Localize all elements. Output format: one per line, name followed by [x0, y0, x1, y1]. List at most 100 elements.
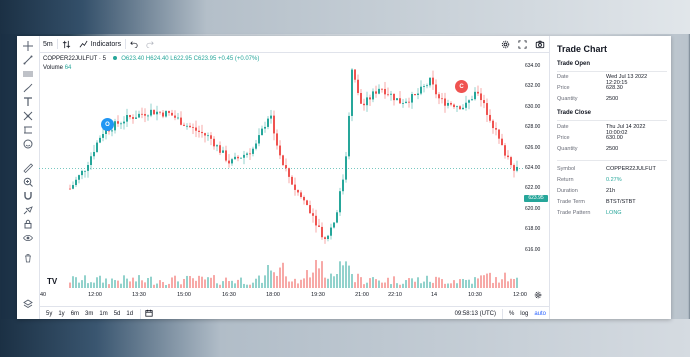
camera-icon[interactable]	[531, 36, 549, 52]
brush-icon[interactable]	[21, 82, 35, 93]
settings-gear-icon[interactable]	[497, 36, 514, 52]
volume-bar	[234, 283, 236, 288]
candle-body	[501, 138, 503, 146]
range-1y[interactable]: 1y	[55, 311, 67, 317]
lock-icon[interactable]	[21, 218, 35, 229]
return-value: 0.27%	[606, 177, 622, 183]
volume-bar	[249, 284, 251, 288]
candle-body	[186, 125, 188, 127]
open-date-row: Date Wed Jul 13 2022 12:20:15	[557, 74, 667, 86]
y-tick-label: 624.00	[525, 165, 541, 171]
indicators-button[interactable]: Indicators	[75, 36, 125, 52]
symbol-value: COPPER22JULFUT	[606, 166, 656, 172]
volume-bar	[252, 282, 254, 288]
magnet-icon[interactable]	[21, 190, 35, 201]
range-1d[interactable]: 1d	[123, 311, 136, 317]
layers-icon[interactable]	[21, 298, 35, 309]
emoji-icon[interactable]	[21, 138, 35, 149]
auto-toggle[interactable]: auto	[531, 311, 549, 317]
volume-bar	[366, 282, 368, 288]
trade-close-marker[interactable]: C	[455, 80, 468, 93]
volume-bar	[327, 278, 329, 288]
y-tick-label: 632.00	[525, 83, 541, 90]
volume-bar	[117, 280, 119, 288]
volume-bar	[180, 284, 182, 288]
x-tick-label: 21:00	[355, 292, 369, 298]
volume-bar	[426, 275, 428, 288]
indicators-icon	[79, 40, 88, 47]
volume-bar	[243, 283, 245, 288]
candle-body	[417, 93, 419, 95]
volume-bar	[213, 275, 215, 288]
candle-body	[465, 102, 467, 108]
drawing-toolbar	[17, 36, 40, 319]
volume-bar	[186, 275, 188, 288]
pattern-icon[interactable]	[21, 110, 35, 121]
range-3m[interactable]: 3m	[82, 311, 96, 317]
candle-body	[258, 135, 260, 144]
range-1m[interactable]: 1m	[96, 311, 110, 317]
measure-lines-icon[interactable]	[21, 124, 35, 135]
volume-bar	[174, 275, 176, 288]
open-price-row: Price 628.30	[557, 85, 667, 91]
candle-body	[321, 226, 323, 238]
return-label: Return	[557, 177, 574, 183]
candle-body	[90, 156, 92, 166]
stay-drawing-icon[interactable]	[21, 204, 35, 215]
clock-time[interactable]: 09:58:13 (UTC)	[452, 311, 499, 317]
log-toggle[interactable]: log	[517, 311, 531, 317]
volume-bar	[321, 261, 323, 288]
zoom-in-icon[interactable]	[21, 176, 35, 187]
candle-body	[288, 168, 290, 177]
x-tick-label: 18:00	[266, 292, 280, 298]
volume-bar	[225, 277, 227, 288]
candle-body	[333, 222, 335, 228]
range-6m[interactable]: 6m	[68, 311, 82, 317]
candle-body	[393, 93, 395, 101]
candle-body	[240, 157, 242, 159]
percent-toggle[interactable]: %	[506, 311, 517, 317]
volume-bar	[81, 280, 83, 288]
bottom-toolbar: 5y 1y 6m 3m 1m 5d 1d 09:58:13 (UTC) % lo…	[39, 306, 549, 320]
crosshair-icon[interactable]	[21, 40, 35, 51]
tradingview-logo[interactable]: TV	[47, 277, 57, 286]
candlestick-chart[interactable]	[39, 53, 549, 306]
volume-bar	[258, 275, 260, 288]
volume-bar	[276, 275, 278, 288]
eye-icon[interactable]	[21, 232, 35, 243]
volume-bar	[204, 279, 206, 288]
interval-selector[interactable]: 5m	[39, 36, 57, 52]
volume-bar	[294, 278, 296, 288]
compare-icon[interactable]	[58, 36, 75, 52]
blurred-header	[0, 0, 690, 34]
range-5d[interactable]: 5d	[111, 311, 124, 317]
fullscreen-icon[interactable]	[514, 36, 531, 52]
volume-bar	[159, 280, 161, 288]
axis-settings-icon[interactable]	[534, 291, 542, 301]
separator	[501, 308, 503, 319]
volume-bar	[297, 283, 299, 288]
candle-body	[234, 156, 236, 160]
range-5y[interactable]: 5y	[43, 311, 55, 317]
volume-bar	[141, 280, 143, 288]
redo-icon[interactable]	[142, 36, 158, 52]
goto-date-icon[interactable]	[145, 309, 153, 319]
volume-bar	[465, 279, 467, 288]
horizontal-lines-icon[interactable]	[21, 68, 35, 79]
candle-body	[426, 85, 428, 87]
chart-area[interactable]: COPPER22JULFUT · 5 O623.40 H624.40 L622.…	[39, 53, 549, 306]
trade-open-marker[interactable]: O	[101, 118, 114, 131]
candle-body	[456, 106, 458, 108]
text-icon[interactable]	[21, 96, 35, 107]
symbol-title[interactable]: COPPER22JULFUT · 5	[43, 56, 106, 62]
undo-icon[interactable]	[126, 36, 142, 52]
ruler-icon[interactable]	[21, 162, 35, 173]
volume-bar	[510, 278, 512, 288]
trend-line-icon[interactable]	[21, 54, 35, 65]
trash-icon[interactable]	[21, 252, 35, 263]
candle-body	[486, 103, 488, 115]
volume-bar	[378, 280, 380, 288]
candle-body	[435, 84, 437, 95]
y-tick-label: 622.00	[525, 185, 541, 192]
candle-body	[237, 156, 239, 159]
